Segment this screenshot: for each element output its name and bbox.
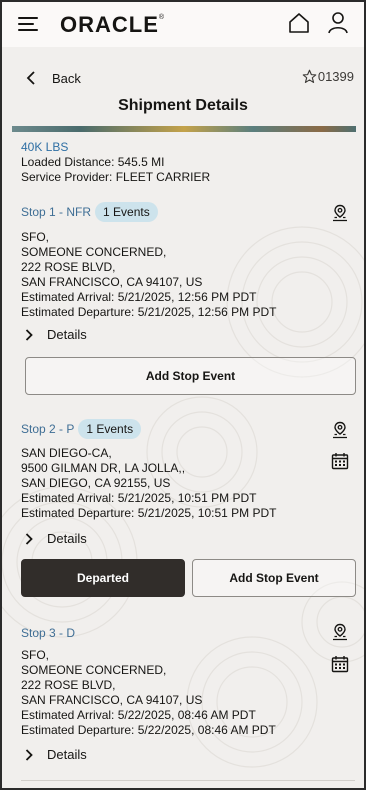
stop-3-details-toggle[interactable]: Details xyxy=(21,747,87,762)
weight-text: 40K LBS xyxy=(21,140,69,154)
chevron-right-icon xyxy=(25,532,33,545)
stop-label: Stop 1 - NFR xyxy=(21,205,92,219)
back-button[interactable]: Back xyxy=(26,68,81,88)
stop-3-line: SAN FRANCISCO, CA 94107, US xyxy=(21,693,203,707)
stop-3-estimated-arrival: Estimated Arrival: 5/22/2025, 08:46 AM P… xyxy=(21,708,256,722)
home-icon[interactable] xyxy=(288,12,310,34)
stop-2-details-toggle[interactable]: Details xyxy=(21,531,87,546)
stop-3-estimated-departure: Estimated Departure: 5/22/2025, 08:46 AM… xyxy=(21,723,276,737)
section-divider xyxy=(21,780,355,781)
events-badge[interactable]: 1 Events xyxy=(78,419,142,439)
user-profile-icon[interactable] xyxy=(327,11,349,35)
favorite-toggle[interactable]: 01399 xyxy=(302,69,354,84)
stop-label: Stop 3 - D xyxy=(21,626,76,640)
page-title: Shipment Details xyxy=(118,97,248,114)
service-provider-text: Service Provider: FLEET CARRIER xyxy=(21,170,211,184)
chevron-right-icon xyxy=(25,748,33,761)
departed-button[interactable]: Departed xyxy=(21,559,185,597)
stop-2-line: SAN DIEGO-CA, xyxy=(21,446,112,460)
stop-1-estimated-arrival: Estimated Arrival: 5/21/2025, 12:56 PM P… xyxy=(21,290,257,304)
add-stop-event-button[interactable]: Add Stop Event xyxy=(192,559,356,597)
stop-3-header: Stop 3 - D xyxy=(21,626,75,640)
stop-label: Stop 2 - P xyxy=(21,422,75,436)
oracle-logo[interactable]: ORACLE® xyxy=(60,12,165,38)
stop-1-estimated-departure: Estimated Departure: 5/21/2025, 12:56 PM… xyxy=(21,305,277,319)
add-stop-event-button[interactable]: Add Stop Event xyxy=(25,357,356,395)
stop-1-details-toggle[interactable]: Details xyxy=(21,327,87,342)
stop-2-header: Stop 2 - P 1 Events xyxy=(21,419,142,439)
stop-1-header: Stop 1 - NFR 1 Events xyxy=(21,202,158,222)
stop-3-line: SOMEONE CONCERNED, xyxy=(21,663,167,677)
favorite-count: 01399 xyxy=(317,69,354,84)
chevron-left-icon xyxy=(26,71,35,85)
stop-3-line: SFO, xyxy=(21,648,50,662)
map-pin-icon[interactable] xyxy=(331,421,349,439)
details-label: Details xyxy=(47,531,87,546)
stop-1-line: SAN FRANCISCO, CA 94107, US xyxy=(21,275,203,289)
calendar-icon[interactable] xyxy=(331,655,349,673)
stop-1-line: SOMEONE CONCERNED, xyxy=(21,245,167,259)
details-label: Details xyxy=(47,327,87,342)
stop-1-line: SFO, xyxy=(21,230,50,244)
calendar-icon[interactable] xyxy=(331,452,349,470)
app-frame: ORACLE® Back 01399 Shipment Details 40K … xyxy=(0,0,366,790)
stop-2-line: SAN DIEGO, CA 92155, US xyxy=(21,476,171,490)
map-pin-icon[interactable] xyxy=(331,204,349,222)
stop-2-line: 9500 GILMAN DR, LA JOLLA,, xyxy=(21,461,186,475)
top-bar: ORACLE® xyxy=(2,2,364,47)
events-badge[interactable]: 1 Events xyxy=(95,202,158,222)
stop-1-line: 222 ROSE BLVD, xyxy=(21,260,116,274)
map-pin-icon[interactable] xyxy=(331,623,349,641)
back-label: Back xyxy=(52,70,81,86)
stop-2-estimated-arrival: Estimated Arrival: 5/21/2025, 10:51 PM P… xyxy=(21,491,257,505)
details-label: Details xyxy=(47,747,87,762)
hamburger-menu-icon[interactable] xyxy=(18,15,40,33)
stop-2-estimated-departure: Estimated Departure: 5/21/2025, 10:51 PM… xyxy=(21,506,277,520)
stop-3-line: 222 ROSE BLVD, xyxy=(21,678,116,692)
star-outline-icon xyxy=(302,69,317,83)
details-scroll-area[interactable]: 40K LBS Loaded Distance: 545.5 MI Servic… xyxy=(2,132,364,788)
loaded-distance-text: Loaded Distance: 545.5 MI xyxy=(21,155,165,169)
chevron-right-icon xyxy=(25,328,33,341)
